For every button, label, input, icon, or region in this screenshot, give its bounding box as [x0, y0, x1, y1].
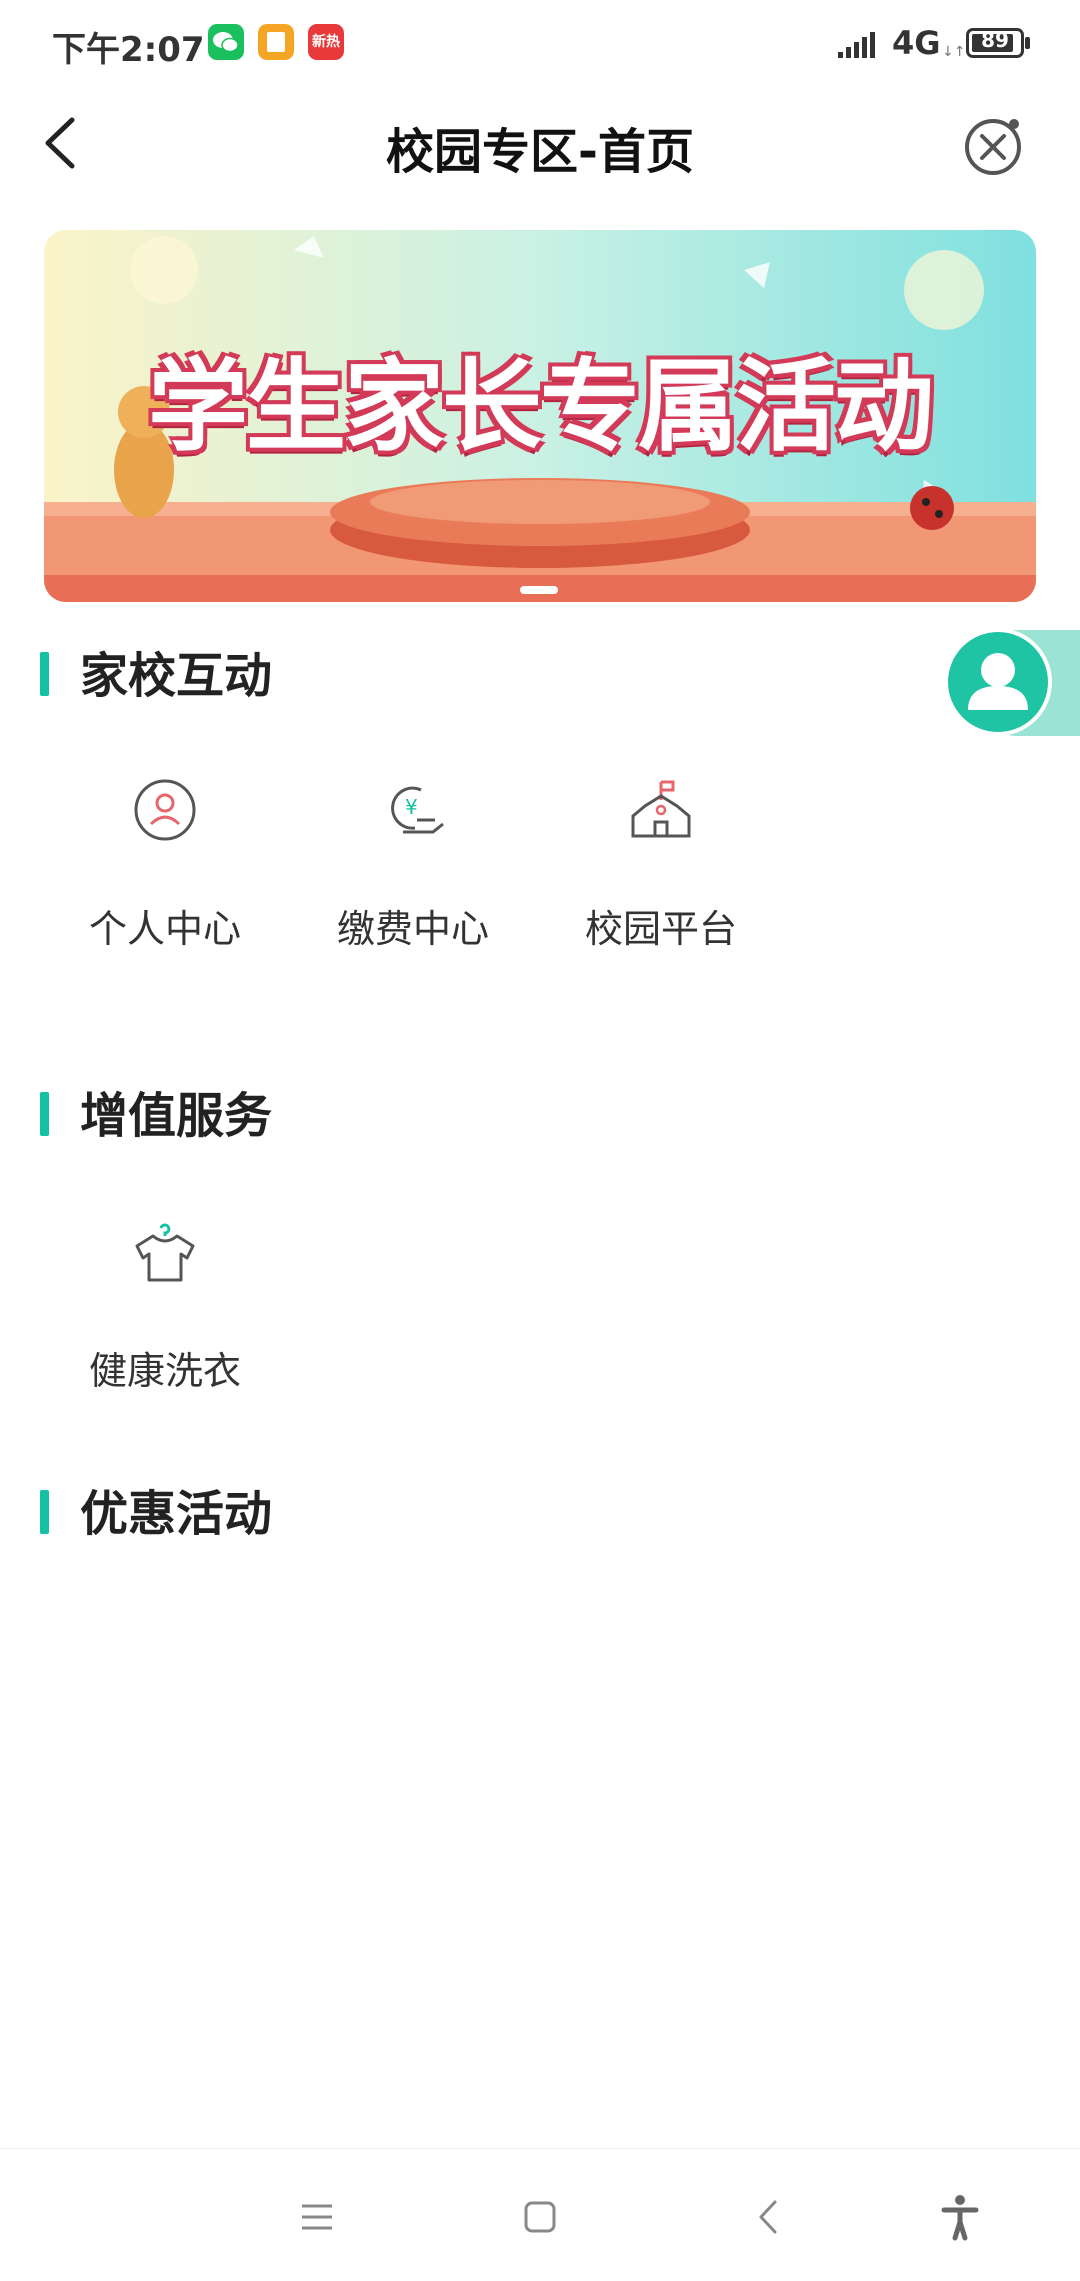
tshirt-hanger-icon	[135, 1223, 195, 1282]
battery-tip	[1025, 37, 1030, 49]
data-arrows-icon: ↓↑	[942, 44, 966, 60]
grid-label: 校园平台	[584, 907, 737, 951]
nav-back-button[interactable]	[733, 2182, 803, 2252]
section-accent-bar	[40, 1490, 49, 1534]
user-avatar-icon	[968, 653, 1028, 710]
payment-hand-icon: ¥	[391, 786, 444, 834]
chevron-left-icon	[759, 2200, 777, 2234]
signal-icon	[836, 30, 880, 60]
floating-user-button[interactable]	[944, 628, 1052, 736]
school-building-icon	[631, 780, 691, 838]
page-title: 校园专区-首页	[386, 124, 694, 180]
network-type: 4G	[892, 24, 941, 62]
menu-icon	[302, 2204, 332, 2230]
grid-item-laundry[interactable]: 健康洗衣	[55, 1220, 275, 1420]
close-circle-icon	[965, 119, 1021, 175]
status-time: 下午2:07	[52, 30, 205, 70]
person-circle-icon	[134, 779, 196, 841]
square-icon	[524, 2201, 556, 2233]
grid-item-payment-center[interactable]: ¥ 缴费中心	[303, 778, 523, 978]
grid-item-personal-center[interactable]: 个人中心	[55, 778, 275, 978]
carousel-indicator	[520, 586, 558, 594]
grid-label: 健康洗衣	[88, 1349, 241, 1393]
accessibility-icon	[941, 2195, 979, 2241]
wechat-icon	[208, 24, 244, 60]
section-accent-bar	[40, 1092, 49, 1136]
section-accent-bar	[40, 652, 49, 696]
status-bar: 下午2:07 新热 4G ↓↑ 89	[0, 0, 1080, 90]
close-button[interactable]	[962, 112, 1028, 178]
banner-headline: 学生家长专属活动	[148, 348, 934, 465]
section-title-promotions: 优惠活动	[80, 1486, 273, 1542]
section-title-home-school: 家校互动	[80, 648, 273, 704]
menu-button[interactable]	[282, 2182, 352, 2252]
news-icon: 新热	[308, 24, 344, 60]
accessibility-button[interactable]	[925, 2182, 995, 2252]
battery-percent: 89	[981, 28, 1009, 52]
section-title-value-added: 增值服务	[80, 1088, 273, 1144]
grid-item-campus-platform[interactable]: 校园平台	[551, 778, 771, 978]
notes-icon	[258, 24, 294, 60]
battery-icon: 89	[966, 28, 1024, 58]
svg-text:¥: ¥	[405, 795, 418, 819]
grid-label: 个人中心	[88, 907, 241, 951]
grid-label: 缴费中心	[336, 907, 489, 951]
promo-banner[interactable]: 学生家长专属活动	[44, 230, 1036, 602]
home-button[interactable]	[505, 2182, 575, 2252]
